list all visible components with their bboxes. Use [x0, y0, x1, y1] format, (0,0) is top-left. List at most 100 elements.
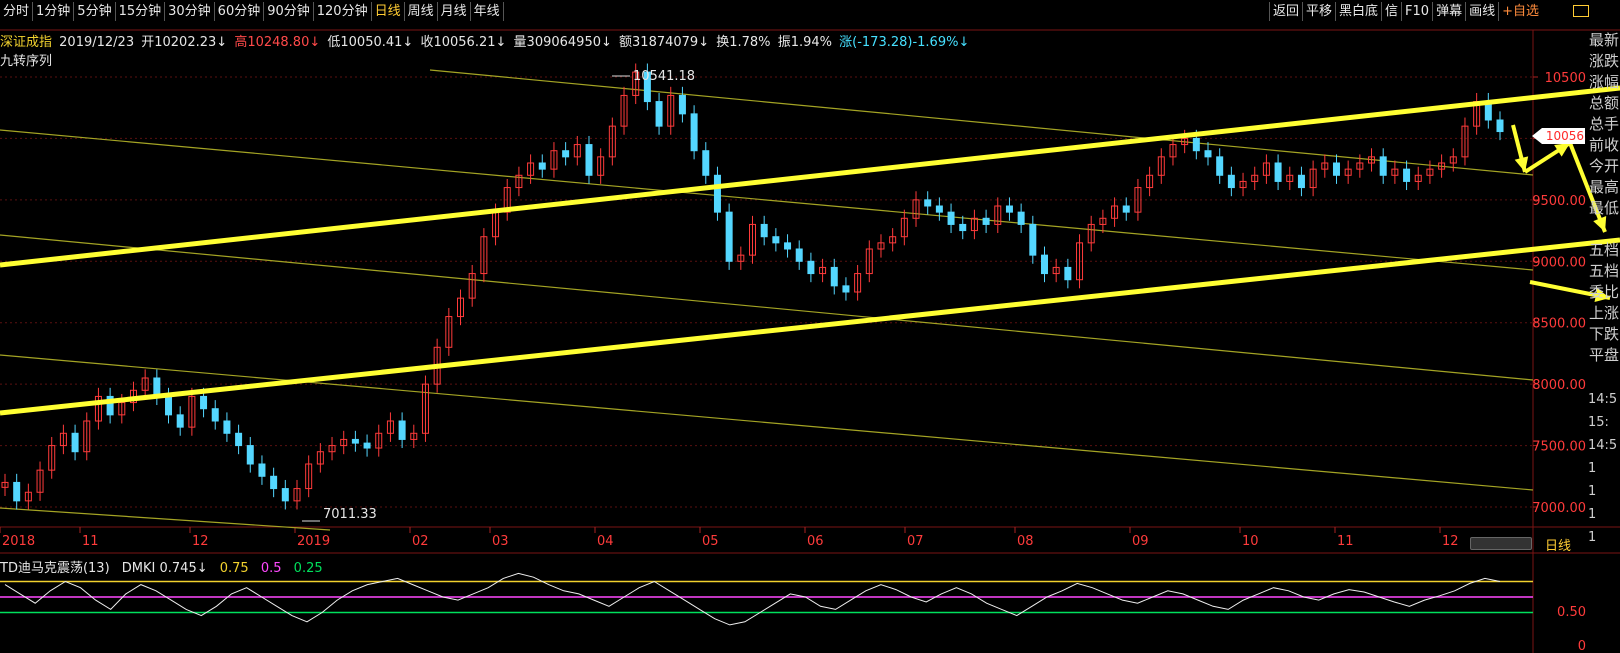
panel-time-2: 14:5 — [1588, 438, 1618, 453]
panel-time-0: 14:5 — [1588, 392, 1618, 407]
candle-body-118 — [1379, 156, 1387, 176]
candle-body-62 — [725, 211, 733, 262]
panel-label-5: 前收 — [1589, 136, 1620, 154]
candle-body-82 — [959, 223, 967, 232]
panel-label-9 — [1589, 219, 1620, 240]
candle-body-86 — [1005, 205, 1013, 213]
x-tick-label-0: 2018 — [2, 534, 35, 549]
candle-body-15 — [176, 414, 184, 428]
panel-label-10: 五档 — [1589, 241, 1620, 259]
candle-body-72 — [842, 285, 850, 293]
y-tick-label-7: 7000.00 — [1532, 501, 1586, 516]
y-tick-label-5: 8000.00 — [1532, 378, 1586, 393]
candle-body-30 — [351, 438, 359, 444]
candle-body-102 — [1192, 137, 1200, 152]
x-tick-label-1: 11 — [82, 534, 99, 549]
candle-body-23 — [270, 475, 278, 490]
candle-body-24 — [281, 488, 289, 502]
candle-body-103 — [1204, 150, 1212, 158]
chart-scrollbar[interactable] — [1470, 537, 1532, 550]
candle-body-105 — [1227, 174, 1235, 189]
candle-body-50 — [585, 144, 593, 176]
candle-body-91 — [1064, 266, 1072, 281]
candle-body-56 — [655, 101, 663, 127]
candle-body-21 — [246, 445, 254, 465]
candle-body-114 — [1332, 162, 1340, 176]
trough-label: 7011.33 — [323, 507, 377, 522]
candle-body-88 — [1029, 223, 1037, 256]
candle-body-17 — [200, 395, 208, 410]
x-tick-label-11: 09 — [1132, 534, 1149, 549]
candlestick-chart[interactable]: 10500100009500.009000.008500.008000.0075… — [0, 0, 1620, 653]
x-tick-label-7: 05 — [702, 534, 719, 549]
candle-body-81 — [947, 211, 955, 225]
candle-body-104 — [1216, 156, 1224, 176]
panel-label-14: 下跌 — [1589, 325, 1620, 343]
panel-label-13: 上涨 — [1589, 304, 1620, 322]
candle-body-66 — [772, 236, 780, 244]
indicator-name: TD迪马克震荡(13) — [0, 561, 110, 576]
x-tick-label-5: 03 — [492, 534, 509, 549]
panel-label-11: 五档 — [1589, 262, 1620, 280]
indicator-info: TD迪马克震荡(13) DMKI 0.745↓ 0.75 0.5 0.25 — [0, 557, 331, 576]
candle-body-109 — [1274, 162, 1282, 182]
panel-time-3: 1 — [1588, 461, 1597, 476]
indicator-tick-0: 0.50 — [1557, 605, 1586, 620]
x-tick-label-4: 02 — [412, 534, 429, 549]
panel-time-5: 1 — [1588, 507, 1597, 522]
panel-time-6: 1 — [1588, 530, 1597, 545]
candle-body-20 — [235, 432, 243, 447]
x-tick-label-3: 2019 — [297, 534, 330, 549]
x-tick-label-13: 11 — [1337, 534, 1354, 549]
candle-body-14 — [165, 395, 173, 416]
level-075: 0.75 — [219, 561, 249, 576]
panel-label-6: 今开 — [1589, 157, 1620, 175]
panel-label-1: 涨跌 — [1589, 52, 1620, 70]
y-tick-label-4: 8500.00 — [1532, 317, 1586, 332]
period-badge: 日线 — [1545, 539, 1572, 554]
panel-label-3: 总额 — [1589, 94, 1620, 112]
dmki-value: DMKI 0.745↓ — [121, 561, 208, 576]
candle-body-65 — [760, 223, 768, 238]
candle-body-22 — [258, 463, 266, 477]
channel-line-1 — [0, 234, 1534, 381]
x-tick-label-10: 08 — [1017, 534, 1034, 549]
candle-body-48 — [562, 150, 570, 158]
x-tick-label-6: 04 — [597, 534, 614, 549]
candle-body-128 — [1496, 119, 1504, 133]
candle-body-6 — [71, 432, 79, 453]
candle-body-31 — [363, 442, 371, 449]
candle-body-58 — [678, 94, 686, 115]
candle-body-46 — [538, 162, 546, 170]
y-tick-label-2: 9500.00 — [1532, 194, 1586, 209]
panel-label-7: 最高 — [1589, 178, 1620, 196]
candle-body-18 — [211, 408, 219, 422]
panel-label-4: 总手 — [1589, 115, 1620, 133]
panel-label-15: 平盘 — [1589, 346, 1620, 364]
candle-body-111 — [1297, 174, 1305, 189]
indicator-tick-1: 0 — [1578, 639, 1586, 653]
candle-body-34 — [398, 420, 406, 440]
candle-body-69 — [807, 260, 815, 275]
candle-body-96 — [1122, 205, 1130, 213]
level-05: 0.5 — [260, 561, 282, 576]
candle-body-1 — [13, 481, 21, 502]
current-price-label: 10056 — [1546, 129, 1584, 143]
candle-body-71 — [830, 266, 838, 287]
panel-label-2: 涨幅 — [1589, 73, 1620, 91]
candle-body-80 — [935, 205, 943, 213]
candle-body-67 — [784, 242, 792, 250]
candle-body-120 — [1403, 168, 1411, 182]
y-tick-label-3: 9000.00 — [1532, 255, 1586, 270]
panel-label-12: 委比 — [1589, 283, 1620, 301]
panel-time-1: 15: — [1588, 415, 1609, 430]
panel-label-8: 最低 — [1589, 199, 1620, 217]
x-tick-label-9: 07 — [907, 534, 924, 549]
x-tick-label-14: 12 — [1442, 534, 1459, 549]
channel-line-0 — [0, 129, 1534, 271]
x-tick-label-12: 10 — [1242, 534, 1259, 549]
x-tick-label-8: 06 — [807, 534, 824, 549]
candle-body-59 — [690, 113, 698, 152]
panel-time-4: 1 — [1588, 484, 1597, 499]
candle-body-79 — [924, 199, 932, 207]
